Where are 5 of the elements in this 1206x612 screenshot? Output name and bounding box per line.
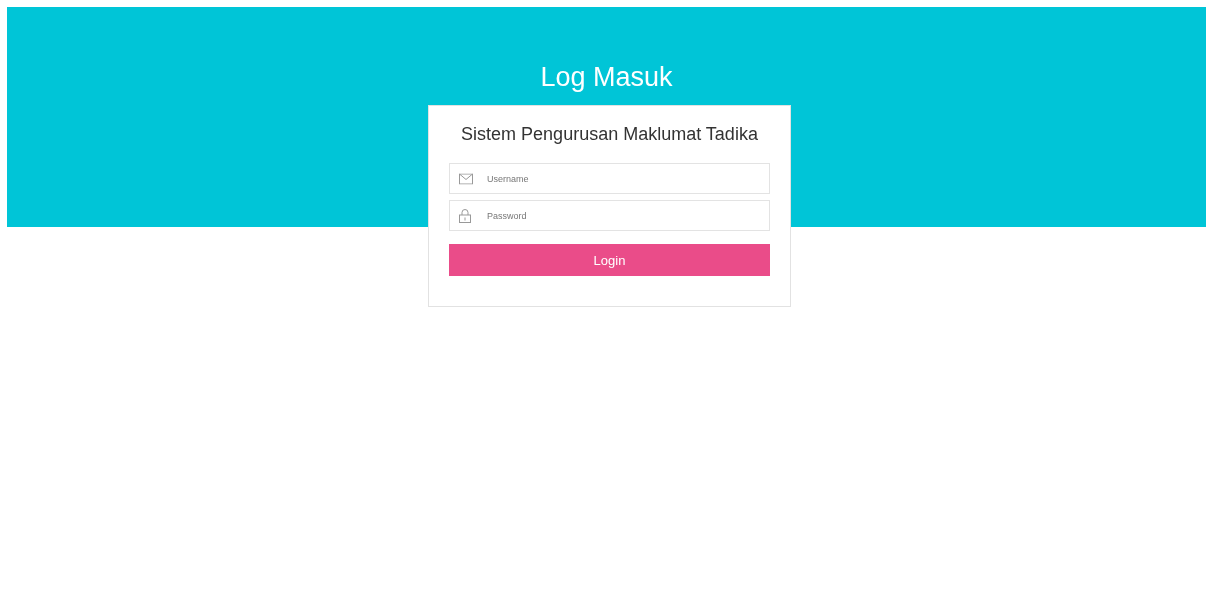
page-title: Log Masuk [540, 61, 673, 94]
card-title: Sistem Pengurusan Maklumat Tadika [460, 124, 759, 145]
input-field[interactable]: Password [449, 200, 770, 231]
input-field[interactable]: Username [449, 163, 770, 194]
login-button[interactable]: Login [449, 244, 770, 276]
